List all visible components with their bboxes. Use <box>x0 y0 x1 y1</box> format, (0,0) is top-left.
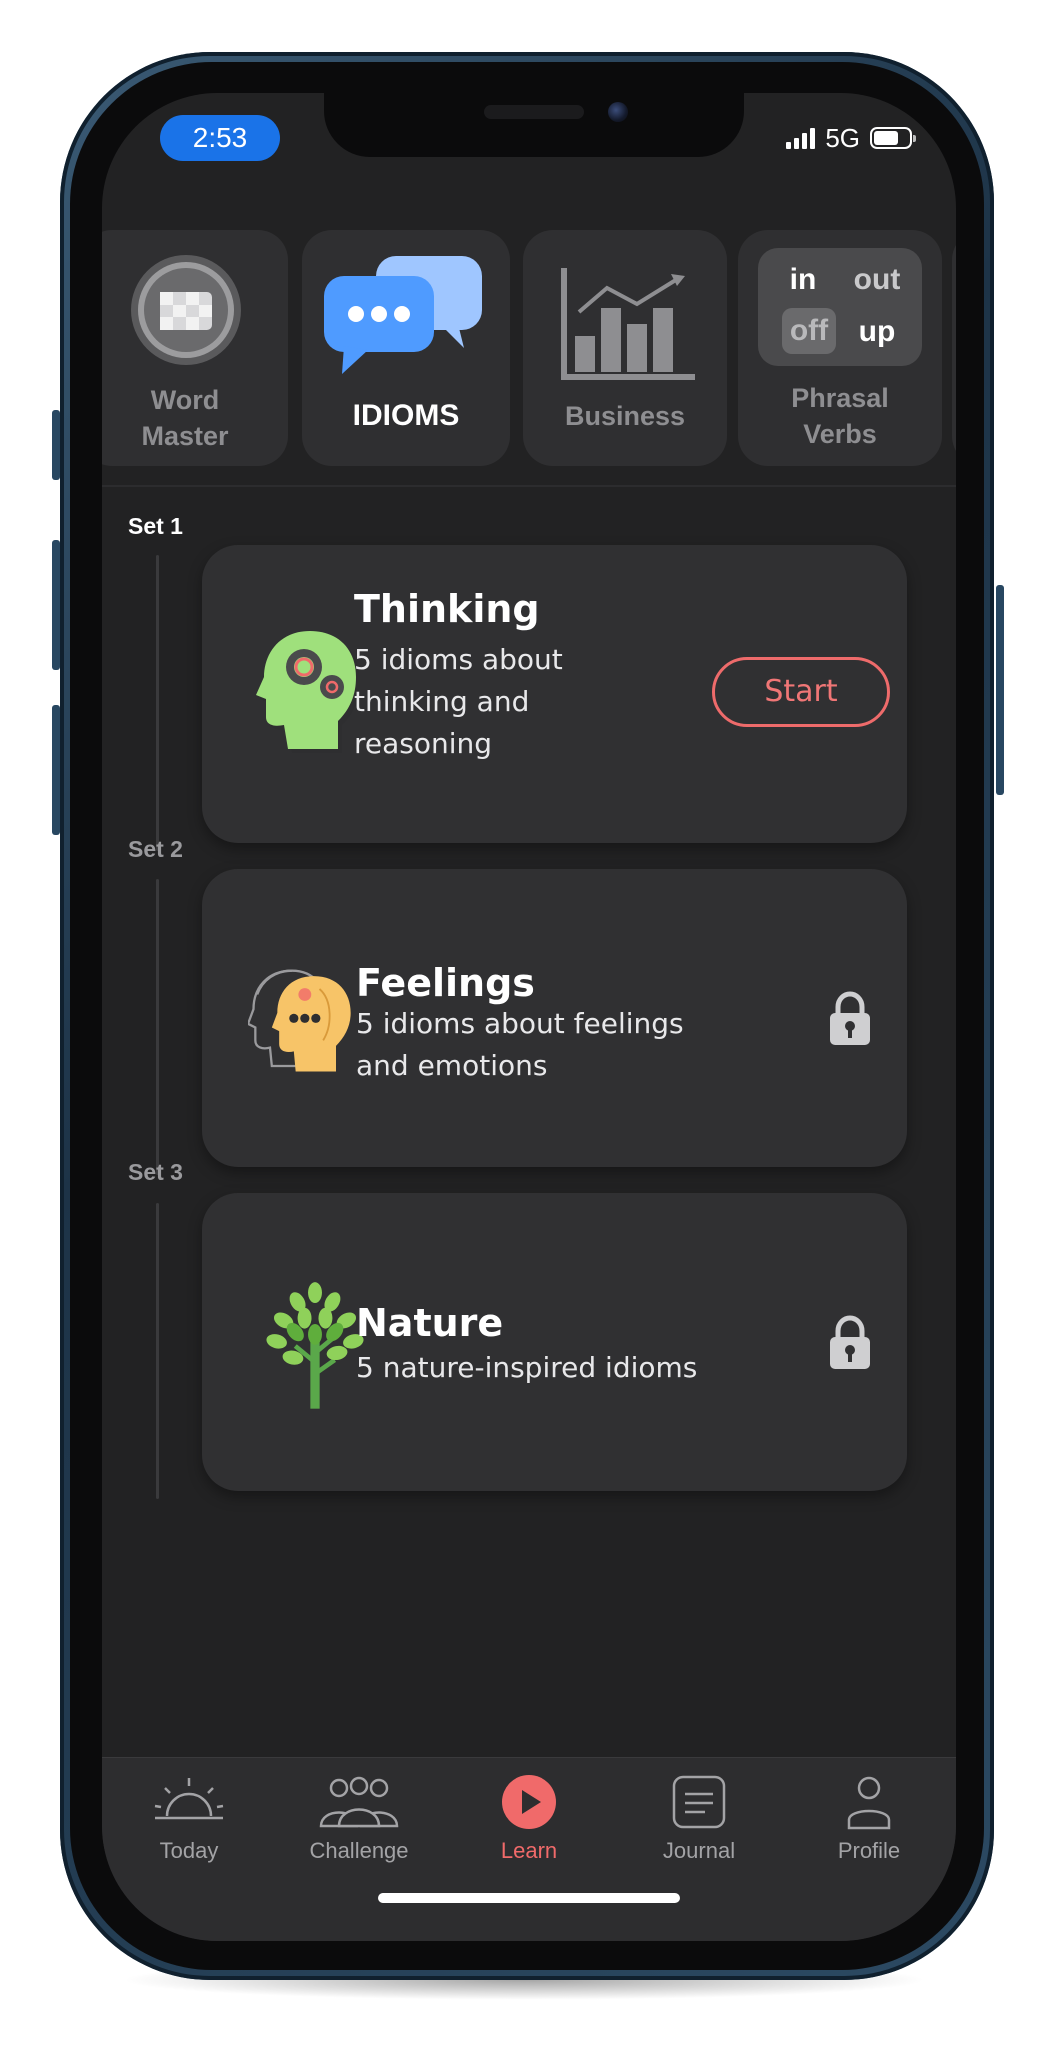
mute-switch <box>52 410 60 480</box>
volume-up-button <box>52 540 60 670</box>
speech-bubbles-icon <box>324 256 482 374</box>
tab-label: Today <box>159 1838 219 1863</box>
category-label: Business <box>564 401 686 431</box>
tree-icon <box>266 1282 364 1409</box>
status-indicators: 5G <box>786 121 916 155</box>
category-phrasal-verbs[interactable]: in out off up Phrasal Verbs <box>738 230 942 466</box>
status-time[interactable]: 2:53 <box>160 115 280 161</box>
app-screen: 2:53 5G Word Master IDIOMS Business in o… <box>102 93 956 1941</box>
speaker <box>484 105 584 119</box>
notch <box>324 93 744 157</box>
camera-icon <box>608 102 628 122</box>
lock-icon <box>830 1315 870 1369</box>
tab-journal[interactable]: Journal <box>624 1774 774 1864</box>
thinking-head-icon <box>256 631 360 753</box>
battery-icon <box>870 127 916 149</box>
word-master-badge-icon <box>131 255 241 365</box>
lesson-description: 5 idioms about feelings and emotions <box>356 1007 684 1082</box>
phrasal-word: out <box>853 263 901 296</box>
signal-icon <box>786 127 816 149</box>
volume-down-button <box>52 705 60 835</box>
phrasal-word: up <box>858 315 896 348</box>
phrasal-word: in <box>789 263 817 296</box>
tab-label: Learn <box>500 1838 558 1863</box>
tab-challenge[interactable]: Challenge <box>284 1774 434 1864</box>
set-label: Set 3 <box>128 1159 183 1185</box>
bottom-tab-bar: Today Challenge Learn Journal Profile <box>102 1757 956 1941</box>
set-timeline <box>156 555 159 851</box>
lesson-card-feelings[interactable]: Feelings 5 idioms about feelings and emo… <box>202 869 907 1167</box>
tab-label: Profile <box>837 1838 901 1863</box>
power-button <box>996 585 1004 795</box>
play-icon <box>502 1775 556 1829</box>
lesson-title: Thinking <box>354 587 540 631</box>
lesson-description: 5 idioms about thinking and reasoning <box>354 643 563 760</box>
sunrise-icon <box>154 1778 224 1820</box>
group-icon <box>319 1776 399 1828</box>
lock-icon <box>830 991 870 1045</box>
category-carousel[interactable]: Word Master IDIOMS Business in out off u… <box>102 230 956 466</box>
tab-label: Challenge <box>309 1838 409 1863</box>
journal-icon <box>672 1775 726 1829</box>
phrasal-word: off <box>782 308 836 354</box>
category-divider <box>102 485 956 487</box>
set-timeline <box>156 1203 159 1499</box>
lesson-card-nature[interactable]: Nature 5 nature-inspired idioms <box>202 1193 907 1491</box>
category-next-partial[interactable] <box>952 230 956 466</box>
set-timeline <box>156 879 159 1175</box>
tab-today[interactable]: Today <box>114 1774 264 1864</box>
category-label: Phrasal Verbs <box>791 383 889 449</box>
category-label: Word Master <box>141 385 229 451</box>
lesson-card-thinking[interactable]: Thinking 5 idioms about thinking and rea… <box>202 545 907 843</box>
profile-icon <box>847 1776 891 1830</box>
lesson-title: Nature <box>356 1301 504 1345</box>
category-idioms[interactable]: IDIOMS <box>302 230 510 466</box>
tab-profile[interactable]: Profile <box>794 1774 944 1864</box>
category-label: IDIOMS <box>352 399 460 432</box>
lesson-description: 5 nature-inspired idioms <box>356 1351 698 1384</box>
phrasal-verbs-icon: in out off up <box>758 248 922 366</box>
set-label: Set 2 <box>128 836 183 862</box>
start-button[interactable]: Start <box>712 657 890 727</box>
category-business[interactable]: Business <box>523 230 727 466</box>
home-indicator[interactable] <box>378 1893 680 1903</box>
category-word-master[interactable]: Word Master <box>102 230 288 466</box>
tab-label: Journal <box>662 1838 736 1863</box>
network-type: 5G <box>825 122 860 153</box>
set-label: Set 1 <box>128 513 183 539</box>
bar-chart-icon <box>561 268 695 380</box>
lesson-title: Feelings <box>356 961 535 1005</box>
tab-learn[interactable]: Learn <box>454 1774 604 1864</box>
feelings-heads-icon <box>248 969 351 1072</box>
